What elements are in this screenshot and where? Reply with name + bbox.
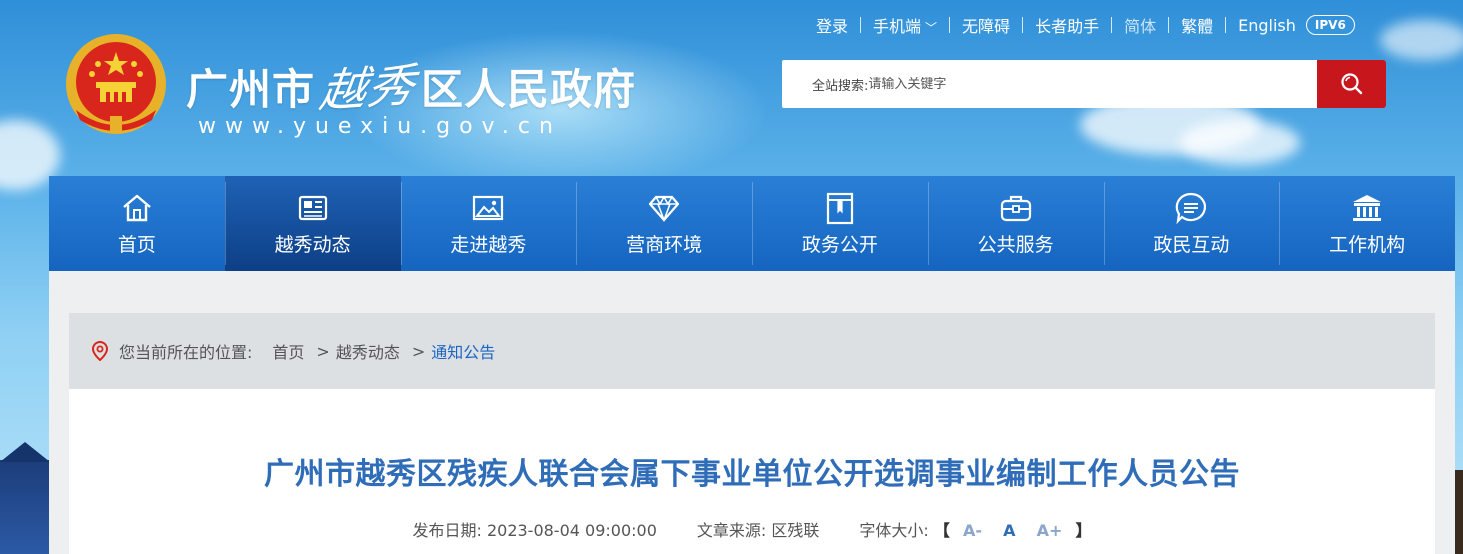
- national-emblem-icon: [66, 34, 166, 134]
- nav-item-news[interactable]: 越秀动态: [224, 176, 401, 278]
- site-title-suffix: 区人民政府: [421, 65, 637, 114]
- bracket-close: 】: [1075, 521, 1092, 540]
- login-link[interactable]: 登录: [804, 13, 860, 37]
- nav-item-label: 政民互动: [1153, 234, 1230, 256]
- search-button[interactable]: [1317, 60, 1386, 108]
- publish-date-label: 发布日期:: [412, 521, 482, 540]
- chat-icon: [1176, 192, 1207, 225]
- font-size-control: 字体大小: 【 A- A A+ 】: [859, 517, 1091, 541]
- nav-item-interaction[interactable]: 政民互动: [1103, 176, 1280, 271]
- accessibility-link[interactable]: 无障碍: [950, 13, 1022, 37]
- cloud-decoration: [1180, 120, 1300, 165]
- english-link[interactable]: English: [1226, 16, 1300, 35]
- nav-item-label: 政务公开: [801, 234, 878, 256]
- breadcrumb-news[interactable]: 越秀动态: [336, 339, 400, 363]
- folder-icon: [826, 192, 853, 225]
- article-source: 文章来源: 区残联: [697, 517, 820, 541]
- font-smaller-button[interactable]: A-: [963, 521, 982, 540]
- location-pin-icon: [91, 341, 109, 361]
- home-icon: [123, 194, 151, 222]
- briefcase-icon: [1000, 195, 1031, 222]
- breadcrumb: 您当前所在的位置: 首页 > 越秀动态 > 通知公告: [69, 313, 1435, 389]
- elder-assistant-link[interactable]: 长者助手: [1023, 13, 1111, 37]
- publish-date: 发布日期: 2023-08-04 09:00:00: [412, 517, 656, 541]
- nav-item-label: 工作机构: [1329, 234, 1406, 256]
- source-value: 区残联: [771, 521, 820, 540]
- newspaper-icon: [298, 195, 327, 221]
- nav-item-public-service[interactable]: 公共服务: [927, 176, 1104, 271]
- diamond-icon: [649, 195, 680, 223]
- simplified-chinese-link[interactable]: 简体: [1112, 13, 1168, 37]
- breadcrumb-notices[interactable]: 通知公告: [431, 339, 495, 363]
- nav-item-label: 越秀动态: [274, 234, 351, 256]
- top-utility-nav: 登录 手机端 ﹀ 无障碍 长者助手 简体 繁體 English IPV6: [804, 12, 1355, 38]
- picture-icon: [473, 195, 504, 221]
- ipv6-badge: IPV6: [1305, 15, 1355, 35]
- breadcrumb-label: 您当前所在的位置:: [119, 343, 253, 362]
- site-title-prefix: 广州市: [186, 65, 316, 114]
- bracket-open: 【: [933, 521, 950, 540]
- nav-item-label: 营商环境: [626, 234, 703, 256]
- building-decoration: [0, 460, 50, 554]
- nav-item-gov-affairs[interactable]: 政务公开: [752, 176, 928, 271]
- breadcrumb-separator: >: [316, 341, 330, 361]
- main-nav: 首页 越秀动态 走进越秀 营商环境 政务公开 公共服务 政民互动 工作机构: [49, 176, 1455, 278]
- breadcrumb-home[interactable]: 首页: [272, 339, 304, 363]
- traditional-chinese-link[interactable]: 繁體: [1169, 13, 1225, 37]
- publish-date-value: 2023-08-04 09:00:00: [486, 521, 657, 540]
- search-box: 全站搜索:: [782, 60, 1317, 108]
- nav-item-departments[interactable]: 工作机构: [1279, 176, 1455, 271]
- building-icon: [1353, 195, 1382, 221]
- source-label: 文章来源:: [696, 521, 767, 540]
- site-title-calligraphy: 越秀: [316, 57, 420, 119]
- mobile-label: 手机端: [873, 17, 922, 36]
- article: 广州市越秀区残疾人联合会属下事业单位公开选调事业编制工作人员公告 发布日期: 2…: [69, 389, 1435, 554]
- nav-item-label: 走进越秀: [450, 234, 527, 256]
- site-search: 全站搜索:: [782, 60, 1386, 108]
- nav-item-home[interactable]: 首页: [49, 176, 225, 271]
- font-size-label: 字体大小:: [859, 521, 929, 540]
- nav-item-label: 首页: [117, 234, 156, 256]
- search-label: 全站搜索:: [812, 78, 869, 94]
- nav-item-label: 公共服务: [977, 234, 1054, 256]
- cloud-decoration: [1380, 20, 1463, 60]
- site-title[interactable]: 广州市越秀区人民政府: [186, 52, 636, 118]
- mobile-link[interactable]: 手机端 ﹀: [861, 13, 949, 37]
- search-input[interactable]: [868, 76, 1169, 92]
- site-url: www.yuexiu.gov.cn: [198, 114, 562, 139]
- nav-item-about[interactable]: 走进越秀: [400, 176, 577, 271]
- breadcrumb-separator: >: [411, 341, 426, 361]
- font-normal-button[interactable]: A: [1003, 521, 1015, 540]
- article-meta: 发布日期: 2023-08-04 09:00:00 文章来源: 区残联 字体大小…: [69, 517, 1435, 541]
- article-title: 广州市越秀区残疾人联合会属下事业单位公开选调事业编制工作人员公告: [264, 457, 1240, 492]
- nav-item-business[interactable]: 营商环境: [576, 176, 752, 271]
- search-icon: [1340, 73, 1362, 95]
- chevron-down-icon: ﹀: [925, 21, 938, 35]
- font-larger-button[interactable]: A+: [1037, 521, 1063, 540]
